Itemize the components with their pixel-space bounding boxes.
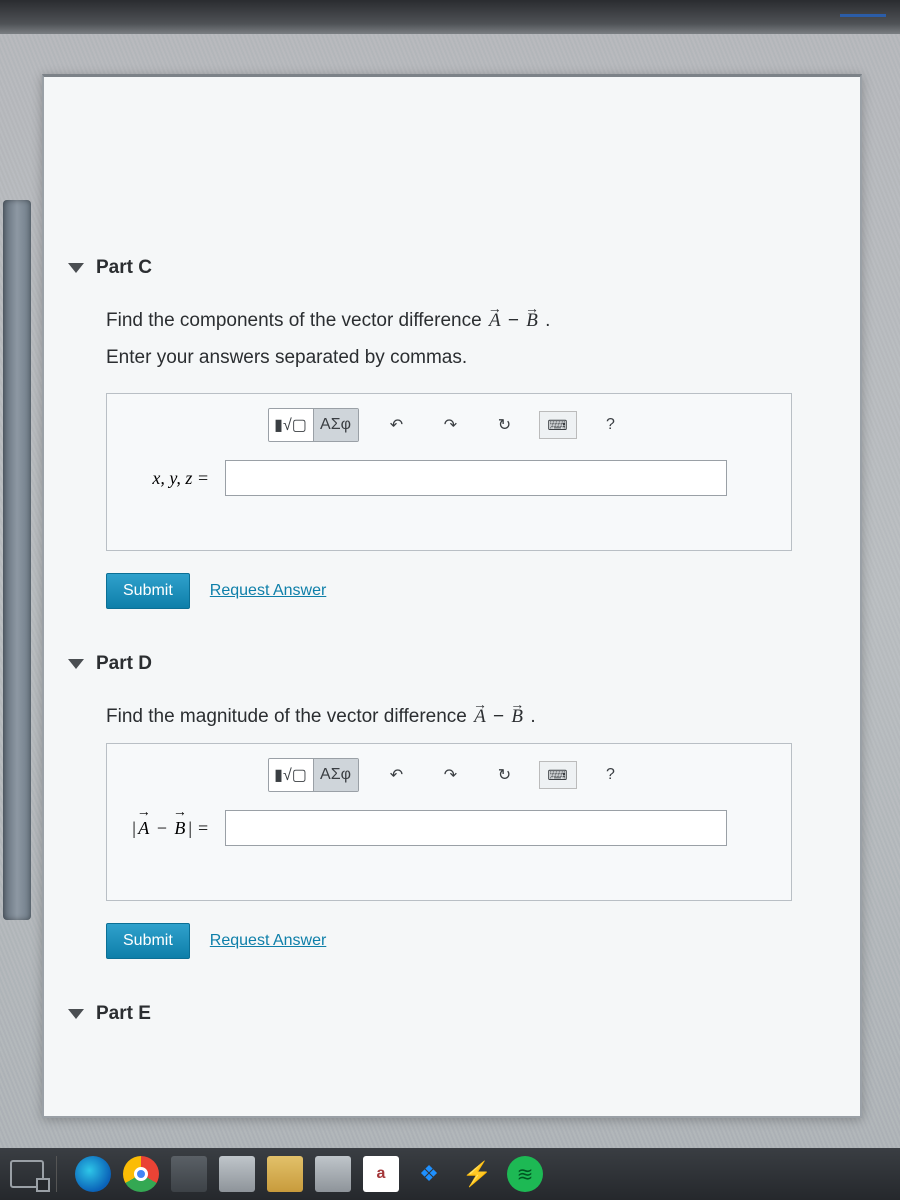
tool-cluster-left: ▮√▢ ΑΣφ (268, 758, 359, 792)
part-c-answer-box: ▮√▢ ΑΣφ ↶ ↷ (106, 393, 792, 551)
part-c-equation-label: x, y, z = (119, 468, 215, 489)
part-d-question: Find the magnitude of the vector differe… (106, 699, 836, 735)
access-icon[interactable]: a (363, 1156, 399, 1192)
help-button[interactable]: ? (591, 759, 631, 791)
part-c-title: Part C (96, 257, 152, 279)
submit-button[interactable]: Submit (106, 573, 190, 609)
redo-button[interactable]: ↷ (431, 759, 471, 791)
part-c-equation-row: x, y, z = (119, 460, 779, 496)
templates-button[interactable]: ▮√▢ (269, 409, 314, 441)
part-d-equation-row: |A − B| = (119, 810, 779, 846)
minus-symbol: − (156, 818, 173, 838)
part-d-actions: Submit Request Answer (106, 923, 836, 959)
help-button[interactable]: ? (591, 409, 631, 441)
folder-icon[interactable] (267, 1156, 303, 1192)
chrome-icon[interactable] (123, 1156, 159, 1192)
redo-button[interactable]: ↷ (431, 409, 471, 441)
undo-button[interactable]: ↶ (377, 409, 417, 441)
spotify-icon[interactable] (507, 1156, 543, 1192)
vector-b-symbol: B (509, 706, 525, 727)
templates-icon: ▮√▢ (274, 765, 307, 785)
undo-icon: ↶ (390, 415, 403, 435)
reset-icon: ↻ (498, 765, 511, 785)
part-d-question-text: Find the magnitude of the vector differe… (106, 706, 472, 727)
vector-a-symbol: A (472, 706, 488, 727)
greek-icon: ΑΣφ (320, 416, 351, 434)
redo-icon: ↷ (444, 765, 457, 785)
edge-icon[interactable] (75, 1156, 111, 1192)
vector-a-symbol: A (136, 818, 151, 838)
keyboard-button[interactable]: ⌨ (539, 761, 577, 789)
period-symbol: . (530, 706, 535, 727)
part-d-title: Part D (96, 653, 152, 675)
request-answer-link[interactable]: Request Answer (210, 582, 327, 600)
part-d-header[interactable]: Part D (68, 653, 836, 675)
part-d-section: Part D Find the magnitude of the vector … (68, 653, 836, 959)
submit-button[interactable]: Submit (106, 923, 190, 959)
part-c-section: Part C Find the components of the vector… (68, 257, 836, 609)
app-icon[interactable] (315, 1156, 351, 1192)
part-e-title: Part E (96, 1003, 151, 1025)
chevron-down-icon (68, 1009, 84, 1019)
period-symbol: . (545, 310, 550, 331)
store-icon[interactable] (171, 1156, 207, 1192)
part-d-toolbar: ▮√▢ ΑΣφ ↶ ↷ (119, 758, 779, 792)
greek-button[interactable]: ΑΣφ (314, 759, 358, 791)
part-e-section: Part E (68, 1003, 836, 1025)
chevron-down-icon (68, 263, 84, 273)
minus-symbol: − (508, 310, 524, 331)
help-icon: ? (606, 766, 615, 784)
window-chrome-top (0, 0, 900, 34)
keyboard-icon: ⌨ (547, 767, 567, 784)
screenshot-root: Part C Find the components of the vector… (0, 0, 900, 1200)
templates-icon: ▮√▢ (274, 415, 307, 435)
explorer-icon[interactable] (219, 1156, 255, 1192)
part-d-equation-label: |A − B| = (119, 818, 215, 839)
reset-button[interactable]: ↻ (485, 759, 525, 791)
part-d-answer-input[interactable] (225, 810, 727, 846)
part-c-question-text: Find the components of the vector differ… (106, 310, 487, 331)
reset-button[interactable]: ↻ (485, 409, 525, 441)
request-answer-link[interactable]: Request Answer (210, 932, 327, 950)
redo-icon: ↷ (444, 415, 457, 435)
part-c-instruction: Enter your answers separated by commas. (106, 347, 836, 369)
part-c-toolbar: ▮√▢ ΑΣφ ↶ ↷ (119, 408, 779, 442)
templates-button[interactable]: ▮√▢ (269, 759, 314, 791)
undo-icon: ↶ (390, 765, 403, 785)
help-icon: ? (606, 416, 615, 434)
winamp-icon[interactable]: ⚡ (459, 1156, 495, 1192)
part-c-answer-input[interactable] (225, 460, 727, 496)
part-c-actions: Submit Request Answer (106, 573, 836, 609)
keyboard-button[interactable]: ⌨ (539, 411, 577, 439)
content-inner: Part C Find the components of the vector… (68, 257, 836, 1106)
keyboard-icon: ⌨ (547, 417, 567, 434)
dropbox-icon[interactable]: ❖ (411, 1156, 447, 1192)
part-c-question: Find the components of the vector differ… (106, 303, 836, 339)
vector-a-symbol: A (487, 310, 503, 331)
top-corner-accent (840, 4, 886, 17)
greek-button[interactable]: ΑΣφ (314, 409, 358, 441)
task-view-icon[interactable] (10, 1160, 44, 1188)
content-card: Part C Find the components of the vector… (42, 74, 862, 1118)
reset-icon: ↻ (498, 415, 511, 435)
taskbar: a ❖ ⚡ (0, 1148, 900, 1200)
part-e-header[interactable]: Part E (68, 1003, 836, 1025)
vector-b-symbol: B (524, 310, 540, 331)
minus-symbol: − (493, 706, 509, 727)
left-scroll-rail (3, 200, 31, 920)
chevron-down-icon (68, 659, 84, 669)
greek-icon: ΑΣφ (320, 766, 351, 784)
tool-cluster-right: ↶ ↷ ↻ ⌨ ? (377, 759, 631, 791)
tool-cluster-right: ↶ ↷ ↻ ⌨ ? (377, 409, 631, 441)
tool-cluster-left: ▮√▢ ΑΣφ (268, 408, 359, 442)
part-c-header[interactable]: Part C (68, 257, 836, 279)
vector-b-symbol: B (172, 818, 187, 838)
part-d-answer-box: ▮√▢ ΑΣφ ↶ ↷ (106, 743, 792, 901)
taskbar-separator (56, 1156, 57, 1192)
undo-button[interactable]: ↶ (377, 759, 417, 791)
